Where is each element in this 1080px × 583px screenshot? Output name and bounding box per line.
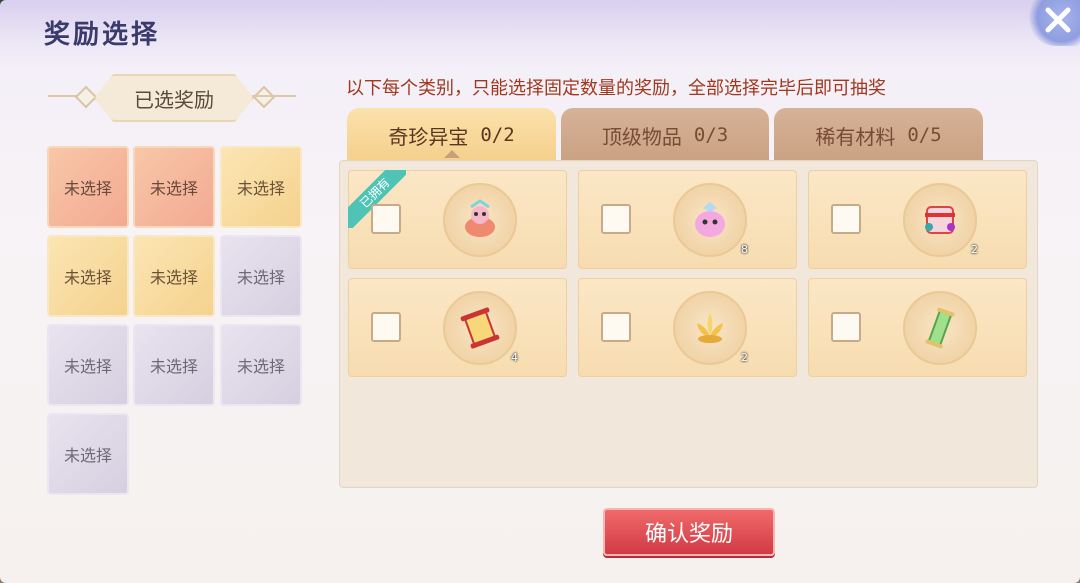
reward-card[interactable]: 2 bbox=[808, 170, 1027, 269]
reward-checkbox[interactable] bbox=[831, 312, 861, 342]
reward-checkbox[interactable] bbox=[831, 204, 861, 234]
tab-label: 奇珍异宝 bbox=[388, 124, 469, 149]
tab-count: 0/5 bbox=[907, 124, 942, 146]
tab-count: 0/2 bbox=[480, 124, 515, 146]
selected-reward-slot[interactable]: 未选择 bbox=[47, 146, 129, 228]
reward-checkbox[interactable] bbox=[601, 312, 631, 342]
slot-label: 未选择 bbox=[236, 357, 285, 376]
reward-card[interactable]: 2 bbox=[578, 278, 797, 377]
selected-reward-slot[interactable]: 未选择 bbox=[47, 324, 129, 406]
reward-checkbox[interactable] bbox=[601, 204, 631, 234]
tab-rare-materials[interactable]: 稀有材料 0/5 bbox=[774, 108, 983, 162]
tab-top-items[interactable]: 顶级物品 0/3 bbox=[561, 108, 769, 162]
tab-count: 0/3 bbox=[693, 124, 729, 146]
slot-label: 未选择 bbox=[236, 179, 285, 198]
header-divider-right bbox=[252, 95, 296, 97]
close-icon bbox=[1045, 7, 1071, 33]
selected-reward-slot[interactable]: 未选择 bbox=[133, 324, 215, 406]
tab-label: 顶级物品 bbox=[601, 124, 682, 149]
slot-label: 未选择 bbox=[63, 268, 112, 287]
slot-label: 未选择 bbox=[63, 357, 112, 376]
active-tab-caret-icon bbox=[444, 150, 460, 158]
confirm-reward-button[interactable]: 确认奖励 bbox=[603, 508, 775, 556]
pink-creature-icon bbox=[673, 183, 747, 257]
selected-reward-slot[interactable]: 未选择 bbox=[220, 146, 302, 228]
reward-card[interactable]: 8 bbox=[578, 170, 797, 269]
slot-label: 未选择 bbox=[149, 268, 198, 287]
selected-rewards-header: 已选奖励 bbox=[94, 74, 254, 122]
reward-checkbox[interactable] bbox=[371, 312, 401, 342]
golden-lotus-icon bbox=[673, 291, 747, 365]
reward-card[interactable]: 4 bbox=[348, 278, 567, 377]
reward-select-panel: 奖励选择 已选奖励 未选择 未选择 未选择 未选择 未选择 未选择 未选择 未选择 未选择 未选择… bbox=[0, 0, 1080, 583]
reward-card[interactable]: 已拥有 bbox=[348, 170, 567, 269]
slot-label: 未选择 bbox=[149, 179, 198, 198]
selected-reward-slot[interactable]: 未选择 bbox=[47, 235, 129, 317]
item-quantity: 8 bbox=[741, 243, 748, 256]
red-scroll-icon bbox=[443, 291, 517, 365]
diamond-ornament-left bbox=[74, 85, 98, 109]
selected-reward-slot[interactable]: 未选择 bbox=[220, 324, 302, 406]
item-quantity: 4 bbox=[511, 351, 518, 364]
pink-ornament-icon bbox=[443, 183, 517, 257]
selected-reward-slot[interactable]: 未选择 bbox=[220, 235, 302, 317]
item-quantity: 2 bbox=[971, 243, 978, 256]
selected-reward-slot[interactable]: 未选择 bbox=[47, 413, 129, 495]
slot-label: 未选择 bbox=[149, 357, 198, 376]
reward-checkbox[interactable] bbox=[371, 204, 401, 234]
slot-label: 未选择 bbox=[63, 179, 112, 198]
scroll-bundle-icon bbox=[903, 183, 977, 257]
slot-label: 未选择 bbox=[236, 268, 285, 287]
reward-card[interactable] bbox=[808, 278, 1027, 377]
slot-label: 未选择 bbox=[63, 446, 112, 465]
green-scroll-icon bbox=[903, 291, 977, 365]
diamond-ornament-right bbox=[252, 85, 276, 109]
item-quantity: 2 bbox=[741, 351, 748, 364]
tab-label: 稀有材料 bbox=[815, 124, 896, 149]
selected-reward-slot[interactable]: 未选择 bbox=[133, 146, 215, 228]
selected-reward-slot[interactable]: 未选择 bbox=[133, 235, 215, 317]
panel-header bbox=[0, 0, 1080, 70]
selection-hint: 以下每个类别，只能选择固定数量的奖励，全部选择完毕后即可抽奖 bbox=[346, 78, 886, 99]
reward-grid: 已拥有 8 2 4 2 bbox=[339, 160, 1038, 488]
page-title: 奖励选择 bbox=[44, 20, 161, 50]
